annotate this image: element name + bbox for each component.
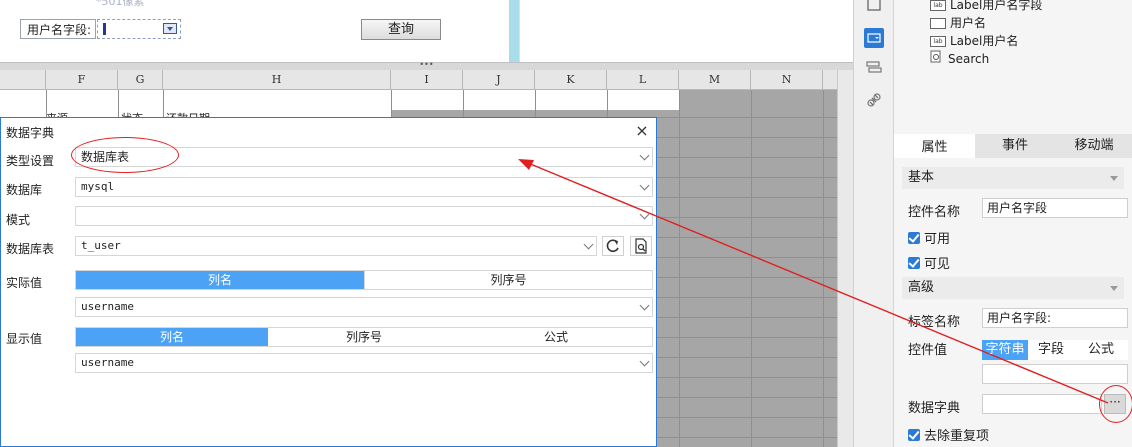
annotation-arrow [518,159,1109,404]
